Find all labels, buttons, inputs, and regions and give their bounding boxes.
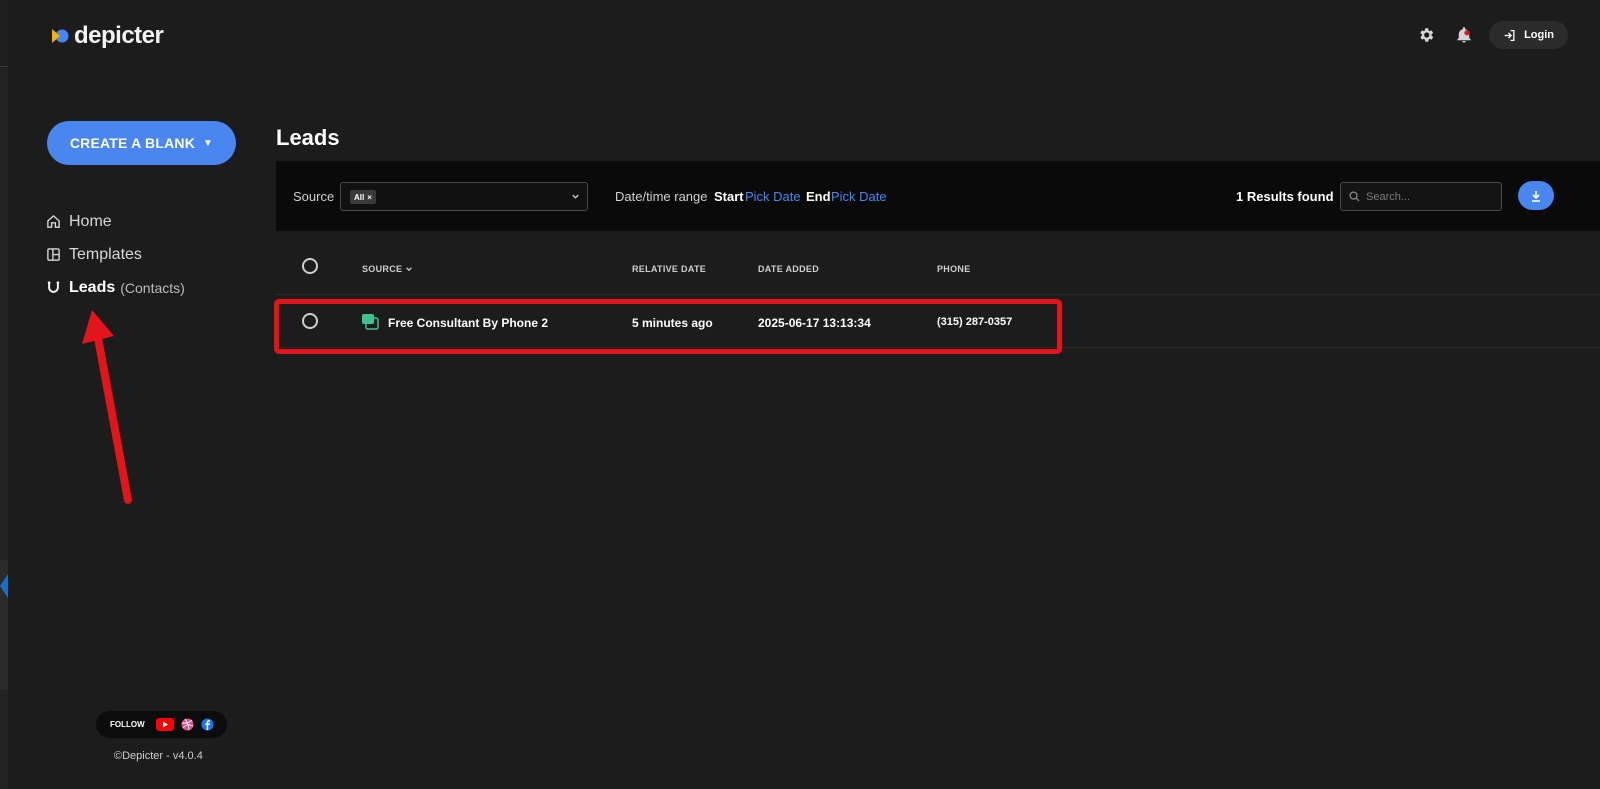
create-blank-button[interactable]: CREATE A BLANK ▼: [47, 121, 236, 165]
date-range-label: Date/time range: [615, 189, 708, 204]
column-header-source[interactable]: SOURCE: [362, 264, 413, 274]
sidebar-item-label: Home: [69, 212, 112, 230]
login-icon: [1504, 29, 1515, 41]
follow-bar: FOLLOW: [96, 711, 227, 738]
column-header-date-added: DATE ADDED: [758, 264, 819, 274]
settings-button[interactable]: [1413, 22, 1439, 48]
search-icon: [1349, 191, 1360, 202]
youtube-icon[interactable]: [155, 718, 174, 731]
gear-icon: [1420, 28, 1434, 42]
sort-chevron-icon: [406, 267, 413, 272]
download-button[interactable]: [1518, 181, 1554, 210]
notifications-button[interactable]: [1451, 22, 1477, 48]
window-edge: [0, 0, 8, 789]
facebook-icon[interactable]: [201, 718, 214, 731]
select-all-radio[interactable]: [302, 258, 318, 274]
download-icon: [1532, 190, 1540, 202]
start-label: Start: [714, 189, 744, 204]
source-chip[interactable]: All ×: [350, 190, 376, 204]
annotation-arrow-icon: [82, 310, 132, 504]
column-header-label: SOURCE: [362, 264, 403, 274]
column-header-relative-date: RELATIVE DATE: [632, 264, 707, 274]
end-date-picker[interactable]: Pick Date: [831, 189, 887, 204]
chip-remove-icon[interactable]: ×: [367, 193, 372, 202]
logo-text: depicter: [74, 22, 164, 49]
follow-label: FOLLOW: [110, 720, 145, 729]
sidebar-item-label: Leads: [69, 278, 116, 296]
sidebar-nav: Home Templates Leads (Contacts): [46, 205, 185, 304]
dribbble-icon[interactable]: [181, 718, 194, 731]
create-blank-label: CREATE A BLANK: [69, 135, 196, 151]
home-icon: [47, 214, 60, 228]
search-placeholder: Search...: [1366, 190, 1411, 203]
bell-icon: [1457, 27, 1471, 43]
app-logo[interactable]: depicter: [50, 22, 164, 50]
table-divider: [276, 294, 1600, 295]
page-title: Leads: [276, 125, 340, 150]
collapse-tab-icon[interactable]: [0, 574, 8, 598]
annotation-highlight-box: [274, 299, 1062, 354]
end-label: End: [806, 189, 831, 204]
sidebar-item-templates[interactable]: Templates: [46, 238, 185, 271]
start-date-picker[interactable]: Pick Date: [745, 189, 801, 204]
templates-icon: [47, 248, 60, 261]
column-header-phone: PHONE: [937, 264, 971, 274]
source-chip-label: All: [354, 192, 365, 202]
caret-down-icon: ▼: [203, 137, 214, 149]
login-button[interactable]: Login: [1489, 21, 1568, 49]
depicter-logo-icon: [52, 29, 69, 43]
source-label: Source: [293, 189, 335, 204]
sidebar-item-label: Templates: [69, 245, 142, 263]
source-select[interactable]: All ×: [340, 182, 588, 211]
header-actions: Login: [1413, 21, 1568, 49]
chevron-down-icon: [572, 194, 579, 199]
sidebar-item-sublabel: (Contacts): [120, 279, 185, 296]
magnet-icon: [47, 281, 60, 293]
results-count: 1 Results found: [1236, 189, 1334, 204]
version-text: ©Depicter - v4.0.4: [114, 750, 203, 762]
filter-bar: Source All × Date/time range Start Pick …: [276, 161, 1600, 231]
login-label: Login: [1524, 29, 1554, 41]
sidebar-item-leads[interactable]: Leads (Contacts): [46, 271, 185, 304]
sidebar-item-home[interactable]: Home: [46, 205, 185, 238]
search-input[interactable]: Search...: [1340, 182, 1502, 211]
